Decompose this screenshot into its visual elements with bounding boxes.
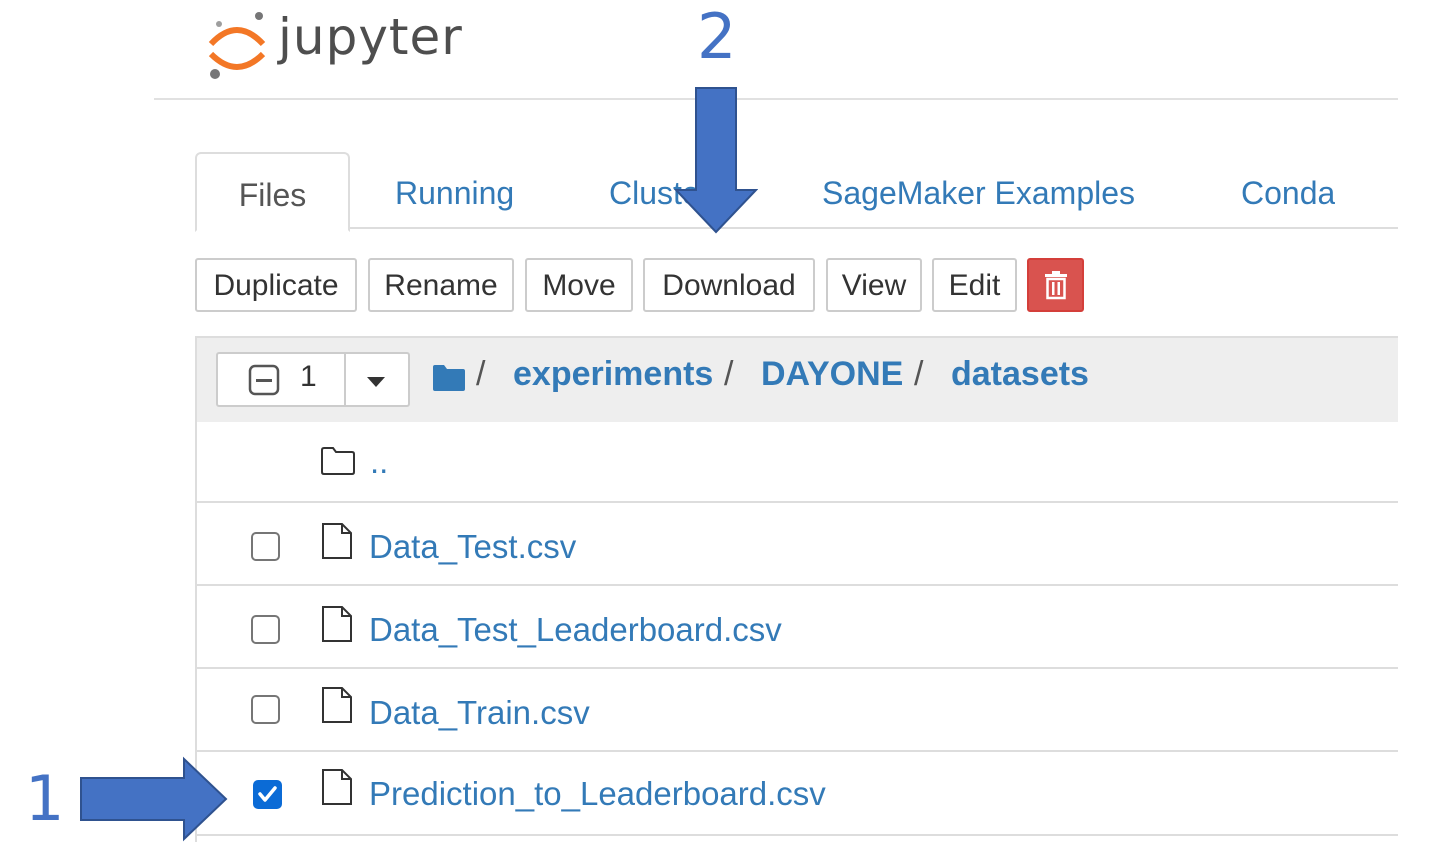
row-divider — [197, 501, 1398, 503]
breadcrumb-dayone[interactable]: DAYONE — [761, 355, 903, 394]
delete-button[interactable] — [1027, 258, 1084, 312]
logo-text: jupyter — [278, 8, 463, 66]
file-checkbox-checked[interactable] — [253, 780, 282, 809]
annotation-arrow-right-icon — [80, 756, 228, 842]
breadcrumb-separator: / — [914, 355, 924, 393]
checkmark-icon — [258, 786, 277, 802]
file-checkbox[interactable] — [251, 615, 280, 644]
jupyter-logo-icon — [208, 12, 266, 79]
file-link[interactable]: Prediction_to_Leaderboard.csv — [369, 775, 826, 813]
row-divider — [197, 584, 1398, 586]
tab-sagemaker-examples[interactable]: SageMaker Examples — [822, 152, 1135, 228]
breadcrumb-separator: / — [724, 355, 734, 393]
file-checkbox[interactable] — [251, 695, 280, 724]
header-divider — [154, 98, 1398, 100]
move-button[interactable]: Move — [525, 258, 633, 312]
dropdown-divider — [344, 352, 346, 407]
deselect-icon[interactable] — [248, 364, 280, 396]
breadcrumb-datasets[interactable]: datasets — [951, 355, 1089, 394]
file-icon — [322, 606, 352, 642]
annotation-number-1: 1 — [25, 762, 65, 835]
breadcrumb-experiments[interactable]: experiments — [513, 355, 713, 394]
rename-button[interactable]: Rename — [368, 258, 514, 312]
trash-icon — [1044, 271, 1067, 300]
row-divider — [197, 834, 1398, 836]
download-button[interactable]: Download — [643, 258, 815, 312]
selected-count: 1 — [300, 360, 317, 393]
parent-directory-link[interactable]: .. — [370, 443, 388, 481]
duplicate-button[interactable]: Duplicate — [195, 258, 357, 312]
row-divider — [197, 750, 1398, 752]
tabs-underline — [195, 227, 1398, 229]
file-icon — [322, 523, 352, 559]
tab-running[interactable]: Running — [395, 152, 514, 228]
file-checkbox[interactable] — [251, 532, 280, 561]
view-button[interactable]: View — [826, 258, 922, 312]
edit-button[interactable]: Edit — [932, 258, 1017, 312]
file-link[interactable]: Data_Test.csv — [369, 528, 576, 566]
row-divider — [197, 667, 1398, 669]
folder-icon[interactable] — [432, 364, 466, 392]
annotation-arrow-down-icon — [674, 87, 758, 234]
tab-conda[interactable]: Conda — [1241, 152, 1335, 228]
folder-outline-icon — [321, 447, 355, 475]
file-link[interactable]: Data_Train.csv — [369, 694, 590, 732]
annotation-number-2: 2 — [697, 0, 737, 73]
file-icon — [322, 687, 352, 723]
tab-files[interactable]: Files — [195, 152, 350, 232]
file-link[interactable]: Data_Test_Leaderboard.csv — [369, 611, 782, 649]
file-icon — [322, 769, 352, 805]
breadcrumb-separator: / — [476, 355, 486, 393]
caret-down-icon[interactable] — [366, 376, 386, 388]
